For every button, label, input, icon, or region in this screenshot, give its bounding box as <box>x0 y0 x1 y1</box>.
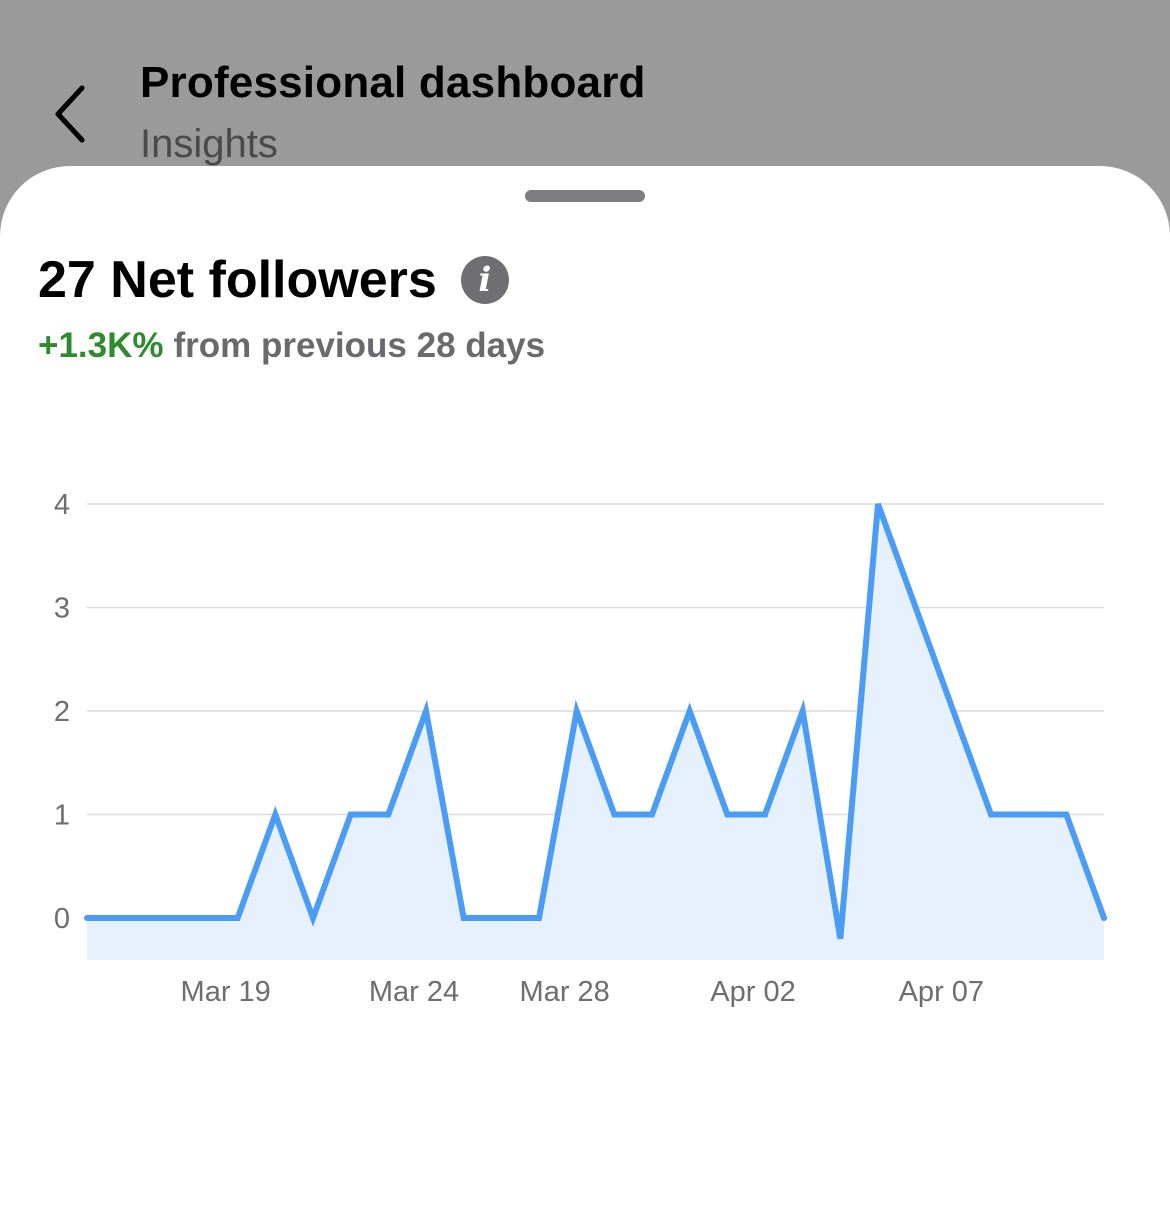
x-tick-label: Apr 02 <box>710 976 795 1008</box>
y-tick-label: 3 <box>54 593 70 625</box>
x-tick-label: Apr 07 <box>899 976 984 1008</box>
x-tick-label: Mar 19 <box>181 976 271 1008</box>
x-tick-label: Mar 28 <box>520 976 610 1008</box>
series-area <box>87 504 1104 960</box>
insights-sheet: 27 Net followers i +1.3K% from previous 2… <box>0 166 1170 1214</box>
net-followers-chart: 0 1 2 3 4 Mar 19 Mar 24 Mar 28 Apr 02 Apr 07 <box>54 489 1107 1008</box>
y-tick-label: 0 <box>54 903 70 935</box>
x-tick-label: Mar 24 <box>369 976 459 1008</box>
y-tick-label: 2 <box>54 696 70 728</box>
y-tick-label: 4 <box>54 489 70 521</box>
page-subtitle: Insights <box>140 122 278 166</box>
y-tick-label: 1 <box>54 800 70 832</box>
chevron-left-icon <box>55 85 85 143</box>
page-title: Professional dashboard <box>140 58 646 107</box>
back-button[interactable] <box>40 78 100 150</box>
data-point <box>1101 915 1107 921</box>
